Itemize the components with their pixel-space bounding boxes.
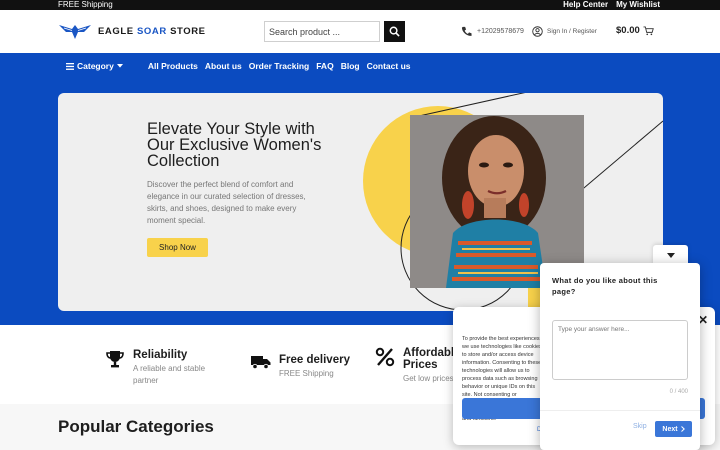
cart-total: $0.00 bbox=[616, 25, 640, 36]
feature-title: Reliability bbox=[133, 349, 188, 361]
account-label: Sign In / Register bbox=[547, 28, 597, 35]
search-icon bbox=[389, 26, 400, 37]
store-logo[interactable]: EAGLE SOAR STORE bbox=[58, 22, 206, 40]
free-shipping-notice: FREE Shipping bbox=[58, 0, 113, 9]
skip-button[interactable]: Skip bbox=[633, 423, 647, 430]
hero-title: Elevate Your Style with Our Exclusive Wo… bbox=[147, 120, 322, 170]
nav-faq[interactable]: FAQ bbox=[316, 61, 333, 71]
user-icon bbox=[532, 26, 543, 37]
account-link[interactable]: Sign In / Register bbox=[532, 26, 597, 37]
chevron-down-icon bbox=[666, 252, 675, 258]
feedback-survey: What do you like about this page? 0 / 40… bbox=[540, 263, 700, 450]
trophy-icon bbox=[106, 351, 124, 368]
next-label: Next bbox=[662, 425, 678, 433]
eagle-logo-icon bbox=[59, 25, 91, 39]
feature-subtitle: FREE Shipping bbox=[279, 369, 334, 378]
survey-footer: Skip Next bbox=[540, 410, 700, 450]
chevron-right-icon bbox=[680, 426, 685, 432]
feature-reliability: Reliability A reliable and stable partne… bbox=[105, 349, 223, 387]
nav-order-tracking[interactable]: Order Tracking bbox=[249, 61, 309, 71]
shop-now-button[interactable]: Shop Now bbox=[147, 238, 208, 257]
top-links: Help Center My Wishlist bbox=[563, 0, 660, 10]
cart-icon bbox=[643, 25, 654, 35]
percent-icon bbox=[375, 347, 395, 367]
survey-question: What do you like about this page? bbox=[552, 276, 658, 296]
wishlist-link[interactable]: My Wishlist bbox=[616, 0, 660, 10]
survey-collapse-toggle[interactable] bbox=[653, 245, 688, 265]
phone-icon bbox=[461, 26, 472, 36]
nav-about-us[interactable]: About us bbox=[205, 61, 242, 71]
feature-subtitle: Get low prices bbox=[403, 374, 454, 383]
feature-subtitle: A reliable and stable partner bbox=[133, 364, 206, 385]
top-bar: FREE Shipping Help Center My Wishlist bbox=[0, 0, 720, 10]
menu-icon bbox=[66, 62, 74, 70]
character-counter: 0 / 400 bbox=[669, 389, 688, 395]
nav-blog[interactable]: Blog bbox=[341, 61, 360, 71]
cart-button[interactable]: $0.00 bbox=[616, 25, 654, 36]
nav-row: Category All Products About us Order Tra… bbox=[66, 61, 418, 71]
help-center-link[interactable]: Help Center bbox=[563, 0, 608, 10]
nav-contact-us[interactable]: Contact us bbox=[367, 61, 411, 71]
phone-number: +12029578679 bbox=[477, 28, 524, 35]
feature-title: Free delivery bbox=[279, 354, 350, 366]
search-bar bbox=[264, 21, 405, 42]
category-dropdown[interactable]: Category bbox=[66, 61, 123, 71]
chevron-down-icon bbox=[116, 64, 123, 68]
feature-title: Affordable Prices bbox=[403, 347, 461, 371]
next-button[interactable]: Next bbox=[655, 421, 692, 437]
site-header: EAGLE SOAR STORE +12029578679 Sign In / … bbox=[0, 10, 720, 53]
hero-description: Discover the perfect blend of comfort an… bbox=[147, 180, 306, 225]
feature-free-delivery: Free delivery FREE Shipping bbox=[251, 354, 350, 380]
truck-icon bbox=[251, 356, 271, 370]
search-input[interactable] bbox=[264, 21, 380, 42]
category-label: Category bbox=[77, 61, 114, 71]
search-button[interactable] bbox=[384, 21, 405, 42]
nav-all-products[interactable]: All Products bbox=[148, 61, 198, 71]
survey-answer-field[interactable] bbox=[552, 320, 688, 380]
phone-contact[interactable]: +12029578679 bbox=[461, 26, 524, 37]
feature-affordable-prices: Affordable Prices Get low prices bbox=[375, 347, 461, 385]
logo-text: EAGLE SOAR STORE bbox=[98, 25, 206, 37]
section-title: Popular Categories bbox=[58, 417, 214, 436]
